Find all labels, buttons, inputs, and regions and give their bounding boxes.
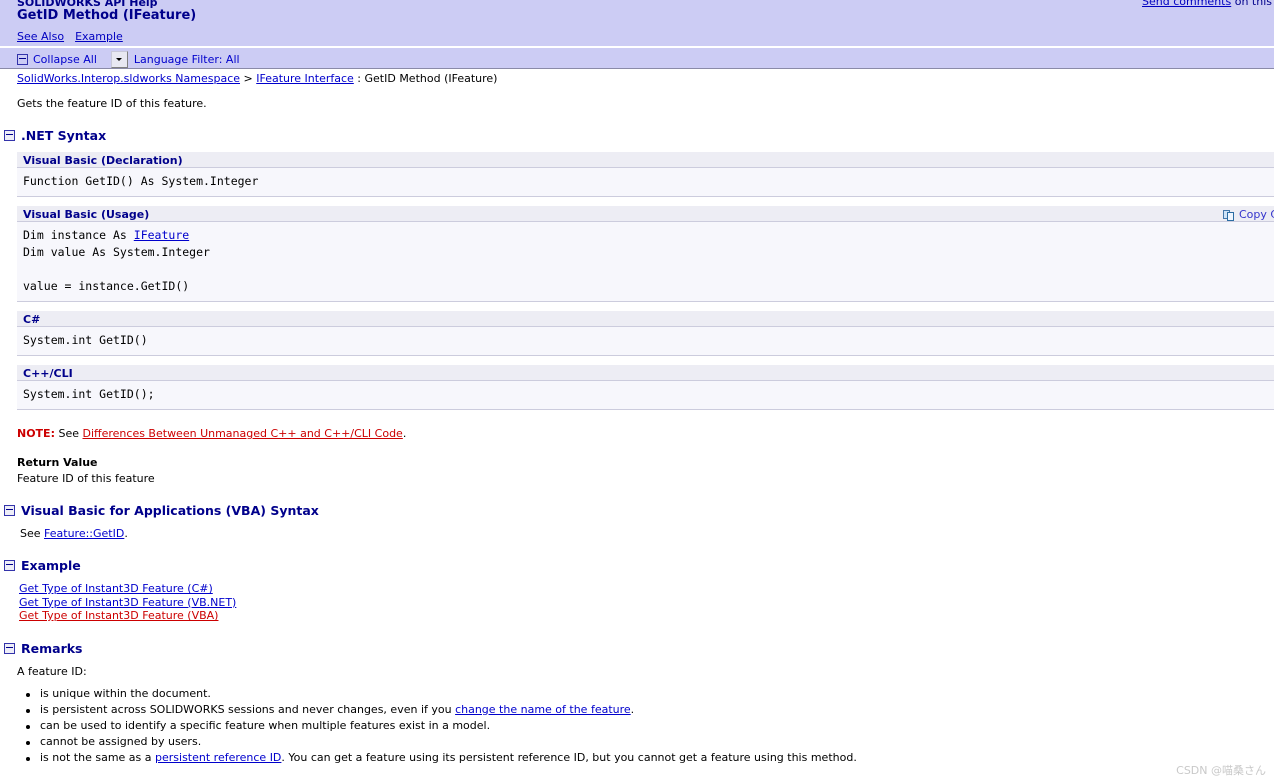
copy-icon [1223,209,1235,221]
minus-box-icon[interactable] [4,560,15,571]
bullet-link-persistent-reference-id[interactable]: persistent reference ID [155,751,281,764]
vba-see-prefix: See [20,527,45,540]
header-links: See Also Example [17,30,134,43]
copy-code-button[interactable]: Copy C [1223,206,1274,223]
copy-code-label: Copy C [1239,208,1274,221]
bullet-text-1: is unique within the document. [40,686,211,700]
remarks-list: is unique within the document. is persis… [0,686,1274,766]
collapse-all-button[interactable]: Collapse All [33,53,97,66]
return-value-heading: Return Value [17,456,98,469]
example-link-vbnet[interactable]: Get Type of Instant3D Feature (VB.NET) [19,596,1274,610]
language-filter-label[interactable]: Language Filter: All [134,53,240,66]
section-title-example: Example [21,558,81,573]
bullet-text-1: cannot be assigned by users. [40,734,202,748]
send-comments: Send comments on this [1142,0,1272,8]
code-text-4: value = instance.GetID() [23,279,190,293]
note-text-after: . [402,427,407,440]
remarks-intro: A feature ID: [17,664,87,678]
toolbar: Collapse All Language Filter: All [0,47,1274,68]
section-header-remarks[interactable]: Remarks [4,641,1274,656]
breadcrumb-namespace-link[interactable]: SolidWorks.Interop.sldworks Namespace [17,72,240,85]
bullet-text-2: . You can get a feature using its persis… [281,750,857,764]
section-title-vba-syntax: Visual Basic for Applications (VBA) Synt… [21,503,319,518]
example-links-list: Get Type of Instant3D Feature (C#) Get T… [19,582,1274,623]
vba-link-feature-getid[interactable]: Feature::GetID [44,527,124,540]
code-text-2: Dim value As System.Integer [23,245,210,259]
code-language-header: Visual Basic (Declaration) [17,151,1274,168]
bullet-text-1: is not the same as a [40,750,156,764]
code-language-header: C++/CLI [17,364,1274,381]
code-language-label: C++/CLI [23,367,73,380]
code-content: System.int GetID() [17,327,1274,356]
code-language-label: Visual Basic (Usage) [23,208,150,221]
code-language-header: Visual Basic (Usage) Copy C [17,205,1274,222]
send-comments-link[interactable]: Send comments [1142,0,1231,8]
code-content: Function GetID() As System.Integer [17,168,1274,197]
list-item: cannot be assigned by users. [26,734,1274,750]
code-language-label: Visual Basic (Declaration) [23,154,183,167]
note-text-before: See [54,427,83,440]
header-band: SOLIDWORKS API Help GetID Method (IFeatu… [0,0,1274,46]
example-link-csharp[interactable]: Get Type of Instant3D Feature (C#) [19,582,1274,596]
send-comments-suffix: on this [1231,0,1272,8]
language-filter-dropdown[interactable] [110,51,128,68]
breadcrumb: SolidWorks.Interop.sldworks Namespace > … [0,68,1274,88]
return-value-text: Feature ID of this feature [17,472,155,485]
section-header-example[interactable]: Example [4,558,1274,573]
code-content: System.int GetID(); [17,381,1274,410]
bullet-text-1: can be used to identify a specific featu… [40,718,491,732]
code-content: Dim instance As IFeature Dim value As Sy… [17,222,1274,302]
page-title: GetID Method (IFeature) [17,8,197,23]
list-item: is unique within the document. [26,686,1274,702]
minus-box-icon[interactable] [4,642,15,654]
breadcrumb-interface-link[interactable]: IFeature Interface [256,72,354,85]
note-label: NOTE: [17,427,55,440]
breadcrumb-separator-2: : [353,72,365,85]
code-block-cpp-cli: C++/CLI System.int GetID(); [17,364,1274,410]
minus-box-icon[interactable] [17,54,28,65]
code-block-csharp: C# System.int GetID() [17,310,1274,356]
section-header-net-syntax[interactable]: .NET Syntax [4,128,1274,143]
minus-box-icon[interactable] [4,130,15,141]
code-language-header: C# [17,310,1274,327]
breadcrumb-current: GetID Method (IFeature) [364,72,498,85]
breadcrumb-separator-1: > [240,72,257,85]
bullet-link-change-name[interactable]: change the name of the feature [455,703,631,716]
vba-syntax-line: See Feature::GetID. [20,527,1274,540]
bullet-text-1: is persistent across SOLIDWORKS sessions… [40,702,456,716]
example-link-vba[interactable]: Get Type of Instant3D Feature (VBA) [19,609,1274,623]
code-text-1: Dim instance As [23,228,134,242]
bullet-text-2: . [630,702,635,716]
vba-suffix: . [124,527,128,540]
section-title-remarks: Remarks [21,640,83,656]
note-link-differences[interactable]: Differences Between Unmanaged C++ and C+… [83,427,403,440]
note-line: NOTE: See Differences Between Unmanaged … [17,427,1274,440]
method-summary: Gets the feature ID of this feature. [17,97,207,110]
section-header-vba-syntax[interactable]: Visual Basic for Applications (VBA) Synt… [4,503,1274,518]
code-language-label: C# [23,313,41,326]
code-type-link-ifeature[interactable]: IFeature [134,228,189,242]
minus-box-icon[interactable] [4,505,15,516]
list-item: can be used to identify a specific featu… [26,718,1274,734]
code-block-vb-declaration: Visual Basic (Declaration) Function GetI… [17,151,1274,197]
content-area: Gets the feature ID of this feature. .NE… [0,88,1274,766]
section-title-net-syntax: .NET Syntax [21,128,107,143]
watermark: CSDN @喵桑さん [1176,764,1266,777]
list-item: is not the same as a persistent referenc… [26,750,1274,766]
list-item: is persistent across SOLIDWORKS sessions… [26,702,1274,718]
code-block-vb-usage: Visual Basic (Usage) Copy C Dim instance… [17,205,1274,302]
example-link[interactable]: Example [75,30,123,43]
see-also-link[interactable]: See Also [17,30,64,43]
